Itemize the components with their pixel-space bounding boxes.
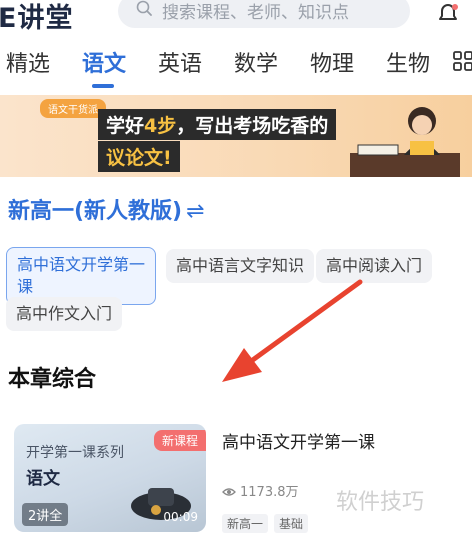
tab-biology[interactable]: 生物 bbox=[386, 46, 430, 78]
teacher-illustration bbox=[350, 107, 460, 177]
search-placeholder: 搜索课程、老师、知识点 bbox=[162, 3, 349, 23]
course-thumbnail[interactable]: 开学第一课系列 语文 新课程 2讲全 00:09 bbox=[14, 424, 206, 532]
all-subjects-icon[interactable] bbox=[452, 50, 472, 72]
promo-banner[interactable]: 语文干货派 学好4步，写出考场吃香的 议论文! bbox=[0, 95, 472, 177]
chip-language-knowledge[interactable]: 高中语言文字知识 bbox=[166, 249, 315, 283]
tab-physics[interactable]: 物理 bbox=[310, 46, 354, 78]
lesson-count: 2讲全 bbox=[22, 503, 69, 526]
new-course-badge: 新课程 bbox=[153, 430, 206, 451]
app-logo[interactable]: E讲堂 bbox=[0, 0, 73, 35]
grade-selector[interactable]: 新高一(新人教版) ⇌ bbox=[8, 193, 205, 225]
eye-icon bbox=[222, 488, 236, 496]
tab-english[interactable]: 英语 bbox=[158, 46, 202, 78]
search-icon bbox=[136, 0, 152, 16]
banner-headline-line1: 学好4步，写出考场吃香的 bbox=[98, 109, 337, 140]
tab-featured[interactable]: 精选 bbox=[6, 46, 50, 78]
search-bar[interactable]: 搜索课程、老师、知识点 bbox=[118, 0, 410, 28]
view-count: 1173.8万 bbox=[222, 481, 299, 500]
section-title: 本章综合 bbox=[8, 367, 97, 392]
swap-icon: ⇌ bbox=[186, 199, 205, 224]
tab-chinese[interactable]: 语文 bbox=[82, 46, 126, 78]
subject-tabs: 精选 语文 英语 数学 物理 生物 bbox=[0, 46, 472, 94]
course-title[interactable]: 高中语文开学第一课 bbox=[222, 428, 375, 453]
duration-label: 00:09 bbox=[163, 510, 198, 524]
tag-grade: 新高一 bbox=[222, 514, 269, 533]
tab-math[interactable]: 数学 bbox=[234, 46, 278, 78]
thumb-subject-label: 语文 bbox=[26, 469, 60, 489]
grade-label: 新高一(新人教版) bbox=[8, 199, 183, 224]
banner-headline-line2: 议论文! bbox=[98, 141, 180, 172]
top-bar: E讲堂 搜索课程、老师、知识点 bbox=[0, 0, 472, 34]
watermark-text: 软件技巧 bbox=[336, 490, 425, 515]
thumb-series-label: 开学第一课系列 bbox=[26, 445, 124, 461]
banner-ribbon: 语文干货派 bbox=[40, 99, 106, 118]
chip-writing-intro[interactable]: 高中作文入门 bbox=[6, 297, 123, 331]
chip-reading-intro[interactable]: 高中阅读入门 bbox=[316, 249, 433, 283]
active-tab-indicator bbox=[92, 84, 114, 88]
notification-icon[interactable] bbox=[436, 2, 460, 26]
tag-level: 基础 bbox=[274, 514, 309, 533]
